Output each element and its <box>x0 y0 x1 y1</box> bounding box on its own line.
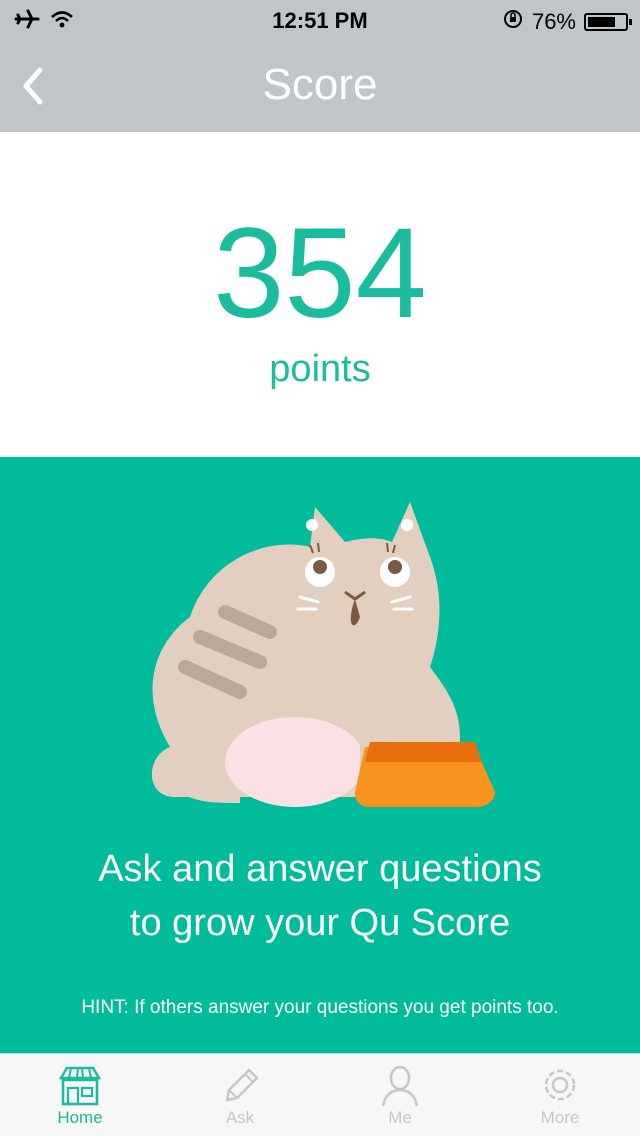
tab-home[interactable]: Home <box>0 1054 160 1136</box>
tab-home-label: Home <box>57 1108 103 1127</box>
pencil-icon <box>225 1068 259 1102</box>
navigation-bar: Score <box>0 40 640 132</box>
promo-message-line2: to grow your Qu Score <box>129 902 511 944</box>
orientation-lock-icon <box>502 8 524 36</box>
tab-bar: Home Ask Me More <box>0 1053 640 1136</box>
score-section: 354 points <box>0 132 640 457</box>
cat-illustration <box>151 502 495 807</box>
promo-message: Ask and answer questions to grow your Qu… <box>20 842 620 950</box>
battery-fill <box>588 17 616 27</box>
promo-hint: HINT: If others answer your questions yo… <box>81 997 559 1018</box>
promo-section: Ask and answer questions to grow your Qu… <box>0 457 640 1053</box>
person-icon <box>381 1065 419 1107</box>
tab-ask-label: Ask <box>225 1108 255 1127</box>
tab-ask[interactable]: Ask <box>160 1054 320 1136</box>
battery-nub <box>629 19 632 25</box>
page-title: Score <box>262 60 378 109</box>
storefront-icon <box>58 1066 102 1106</box>
battery-icon <box>584 13 632 31</box>
tab-me[interactable]: Me <box>320 1054 480 1136</box>
battery-percent: 76% <box>531 9 576 34</box>
status-bar: 12:51 PM 76% <box>0 0 640 40</box>
gear-icon <box>544 1069 576 1101</box>
score-value: 354 <box>213 202 427 345</box>
tab-more-label: More <box>540 1108 580 1127</box>
status-right: 76% <box>502 8 632 36</box>
promo-message-line1: Ask and answer questions <box>98 848 542 890</box>
tab-me-label: Me <box>388 1108 412 1127</box>
tab-more[interactable]: More <box>480 1054 640 1136</box>
score-unit: points <box>269 348 371 390</box>
